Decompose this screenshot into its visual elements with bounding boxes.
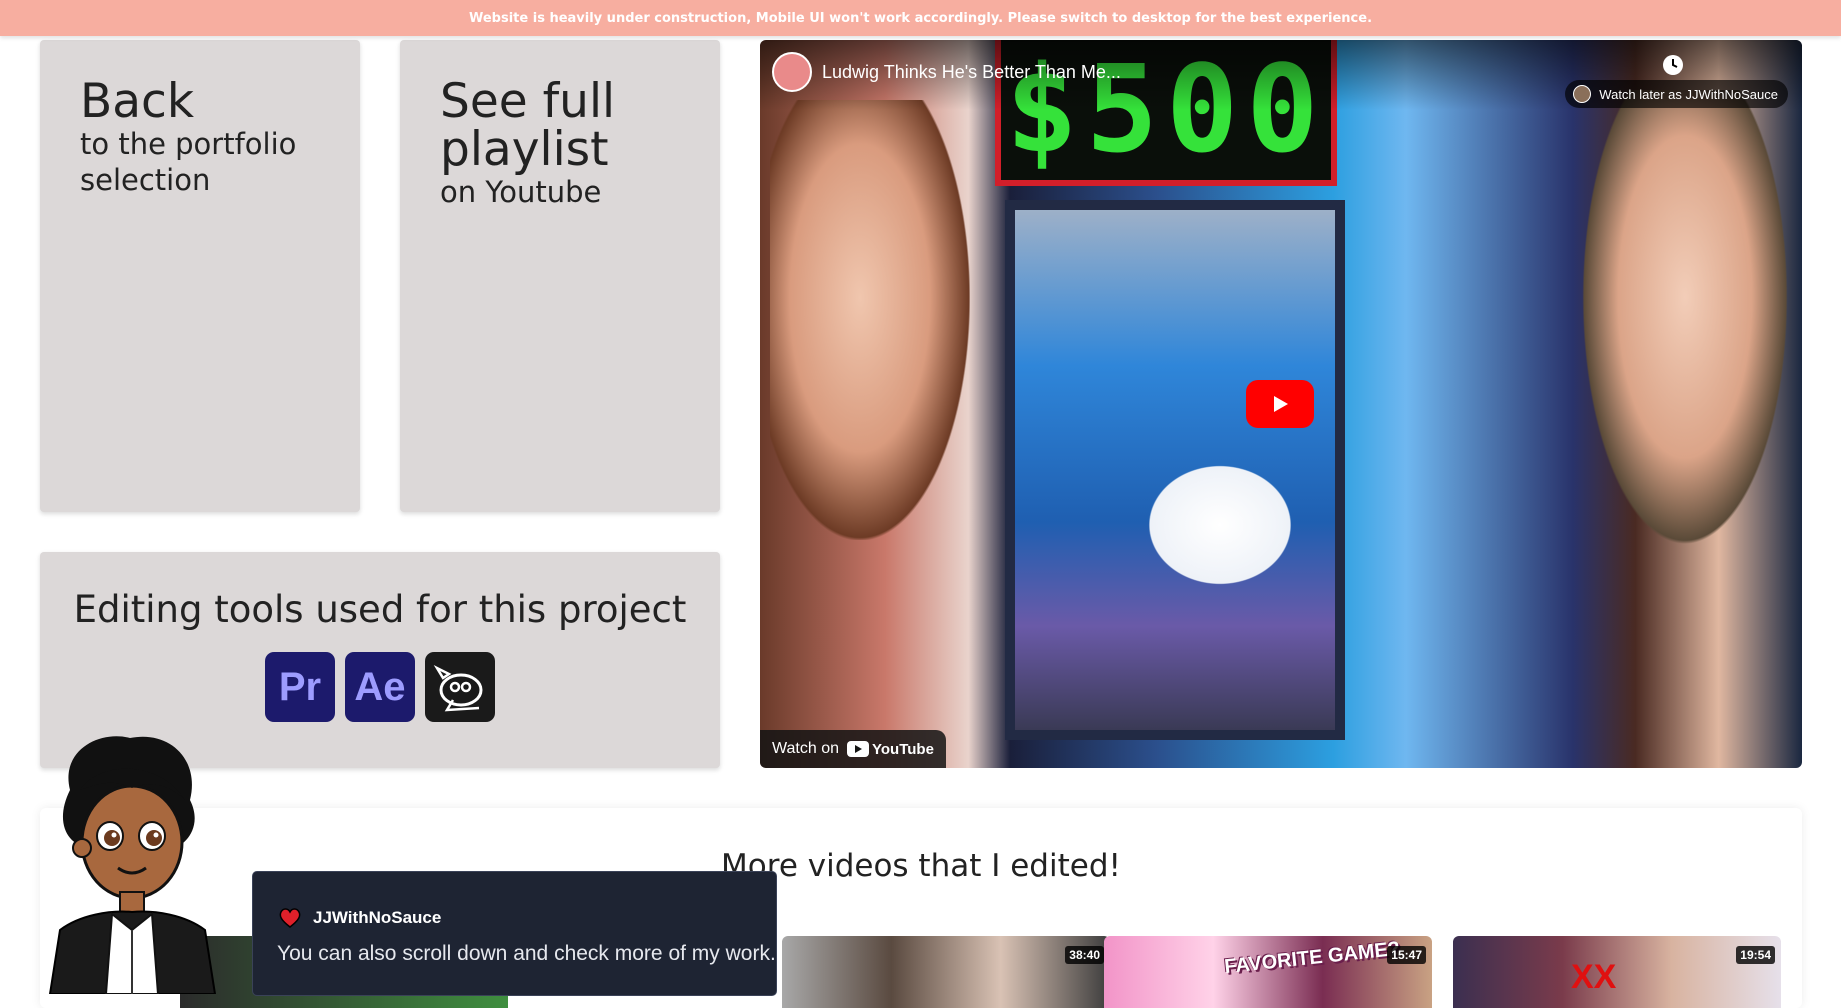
channel-avatar[interactable]: [772, 52, 812, 92]
video-duration: 15:47: [1387, 946, 1426, 964]
notification-toast[interactable]: JJWithNoSauce You can also scroll down a…: [252, 871, 777, 996]
video-duration: 19:54: [1736, 946, 1775, 964]
construction-banner: Website is heavily under construction, M…: [0, 0, 1841, 36]
back-card-title: Back: [80, 74, 195, 129]
watch-later-button[interactable]: Watch later as JJWithNoSauce: [1565, 80, 1788, 108]
account-avatar: [1573, 85, 1592, 103]
video-thumbnail[interactable]: FAVORITE GAME? 15:47: [1104, 936, 1432, 1008]
toast-message: You can also scroll down and check more …: [277, 942, 776, 965]
thumbnail-person-left: [770, 100, 970, 540]
toast-name: JJWithNoSauce: [313, 908, 442, 927]
play-icon: [1274, 396, 1288, 412]
playlist-card-subtitle: on Youtube: [440, 175, 602, 209]
thumbnail-overlay-text: XX: [1571, 958, 1617, 996]
playlist-card-title: See full playlist: [440, 74, 616, 177]
video-title[interactable]: Ludwig Thinks He's Better Than Me...: [822, 62, 1121, 83]
premiere-pro-icon: Pr: [265, 652, 335, 722]
video-duration: 38:40: [1065, 946, 1104, 964]
heart-icon: [279, 908, 301, 928]
watch-later-label: Watch later as JJWithNoSauce: [1599, 86, 1778, 102]
editing-tools-title: Editing tools used for this project: [73, 588, 687, 631]
video-thumbnail[interactable]: XX 19:54: [1453, 936, 1781, 1008]
thumbnail-person-right: [1580, 90, 1790, 550]
back-card[interactable]: Back to the portfolio selection: [40, 40, 360, 512]
playlist-card[interactable]: See full playlist on Youtube: [400, 40, 720, 512]
banner-text: Website is heavily under construction, M…: [468, 10, 1373, 26]
video-thumbnail[interactable]: 38:40: [782, 936, 1110, 1008]
tool-icons: Pr Ae: [40, 652, 720, 722]
watch-on-label: Watch on: [772, 740, 839, 757]
toast-header: JJWithNoSauce: [279, 908, 441, 928]
after-effects-icon: Ae: [345, 652, 415, 722]
watch-on-youtube-button[interactable]: Watch on YouTube: [760, 730, 946, 768]
thumbnail-overlay-text: FAVORITE GAME?: [1223, 937, 1401, 979]
play-button[interactable]: [1246, 380, 1314, 428]
youtube-embed[interactable]: $500 Ludwig Thinks He's Better Than Me..…: [760, 40, 1802, 768]
plush-toy: [1130, 450, 1310, 600]
youtube-play-icon: [847, 741, 869, 757]
avatar-character[interactable]: [40, 730, 220, 994]
back-card-subtitle: to the portfolio selection: [80, 127, 297, 197]
youtube-logo: YouTube: [847, 741, 934, 758]
clock-icon[interactable]: [1662, 54, 1684, 76]
gimp-icon: [425, 652, 495, 722]
